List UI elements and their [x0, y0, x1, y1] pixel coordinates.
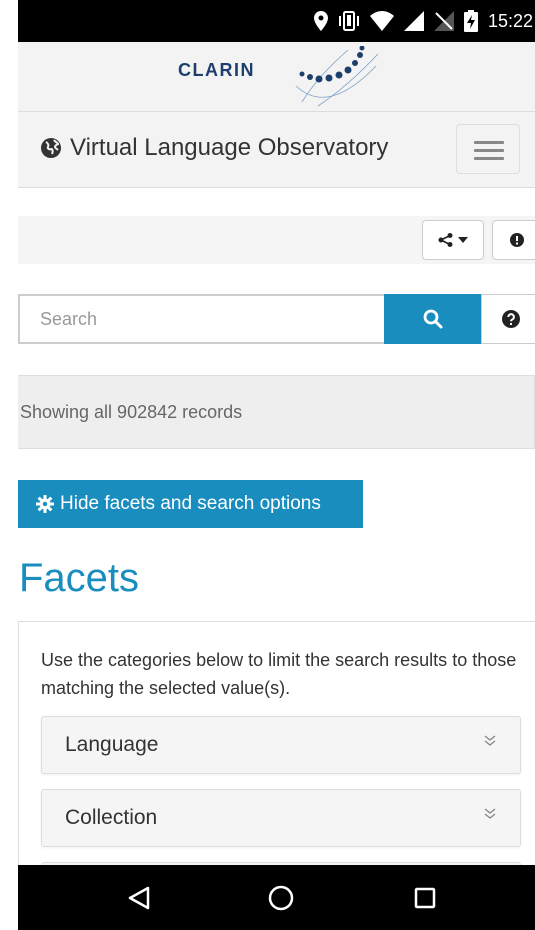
status-bar: 15:22	[18, 0, 535, 42]
back-triangle-icon	[128, 886, 150, 910]
search-input[interactable]	[18, 294, 385, 344]
hamburger-icon	[474, 141, 504, 144]
facets-heading: Facets	[19, 556, 140, 600]
search-icon	[423, 309, 443, 329]
hide-facets-button[interactable]: Hide facets and search options	[18, 480, 363, 528]
search-help-button[interactable]	[481, 294, 535, 344]
battery-charging-icon	[463, 10, 478, 32]
wifi-icon	[369, 11, 394, 31]
location-icon	[313, 11, 328, 31]
double-chevron-down-icon	[484, 808, 496, 819]
hide-facets-label: Hide facets and search options	[60, 493, 321, 514]
home-button[interactable]	[266, 883, 296, 913]
clarin-logo-icon	[295, 46, 379, 107]
records-count: Showing all 902842 records	[20, 402, 243, 422]
app-frame: 15:22 CLARIN Virtual Language Observator…	[18, 0, 535, 930]
signal-icon	[403, 11, 424, 31]
site-title: Virtual Language Observatory	[70, 134, 389, 161]
facet-label: Language	[65, 733, 159, 756]
double-chevron-down-icon	[484, 735, 496, 746]
facet-collection[interactable]: Collection	[41, 789, 521, 847]
navbar: Virtual Language Observatory	[18, 112, 535, 188]
brand-header[interactable]: CLARIN	[18, 42, 535, 112]
system-navigation-bar	[18, 865, 535, 930]
globe-icon	[41, 138, 61, 158]
brand-name: CLARIN	[178, 60, 255, 80]
recent-apps-button[interactable]	[410, 883, 440, 913]
gear-icon	[36, 495, 54, 513]
status-time: 15:22	[487, 10, 533, 31]
facets-help-text: Use the categories below to limit the se…	[41, 650, 517, 698]
hamburger-icon-bar	[474, 149, 504, 152]
facets-panel: Use the categories below to limit the se…	[18, 621, 535, 920]
search-row	[18, 294, 535, 344]
caret-down-icon	[458, 237, 468, 243]
question-circle-icon	[502, 310, 520, 328]
facet-label: Collection	[65, 806, 158, 829]
exclamation-circle-icon	[510, 233, 524, 247]
vibrate-icon	[338, 11, 359, 31]
share-button[interactable]	[422, 220, 484, 260]
share-icon	[438, 233, 453, 247]
search-button[interactable]	[384, 294, 482, 344]
info-button[interactable]	[492, 220, 535, 260]
hamburger-icon-bar	[474, 157, 504, 160]
back-button[interactable]	[124, 883, 154, 913]
home-circle-icon	[268, 885, 294, 911]
recent-apps-square-icon	[414, 887, 436, 909]
status-icons: 15:22	[313, 0, 535, 42]
no-sim-icon	[433, 11, 454, 31]
toolbar	[18, 216, 535, 264]
facet-language[interactable]: Language	[41, 716, 521, 774]
site-title-link[interactable]: Virtual Language Observatory	[40, 134, 388, 162]
menu-toggle-button[interactable]	[456, 124, 520, 174]
records-summary: Showing all 902842 records	[18, 375, 535, 449]
